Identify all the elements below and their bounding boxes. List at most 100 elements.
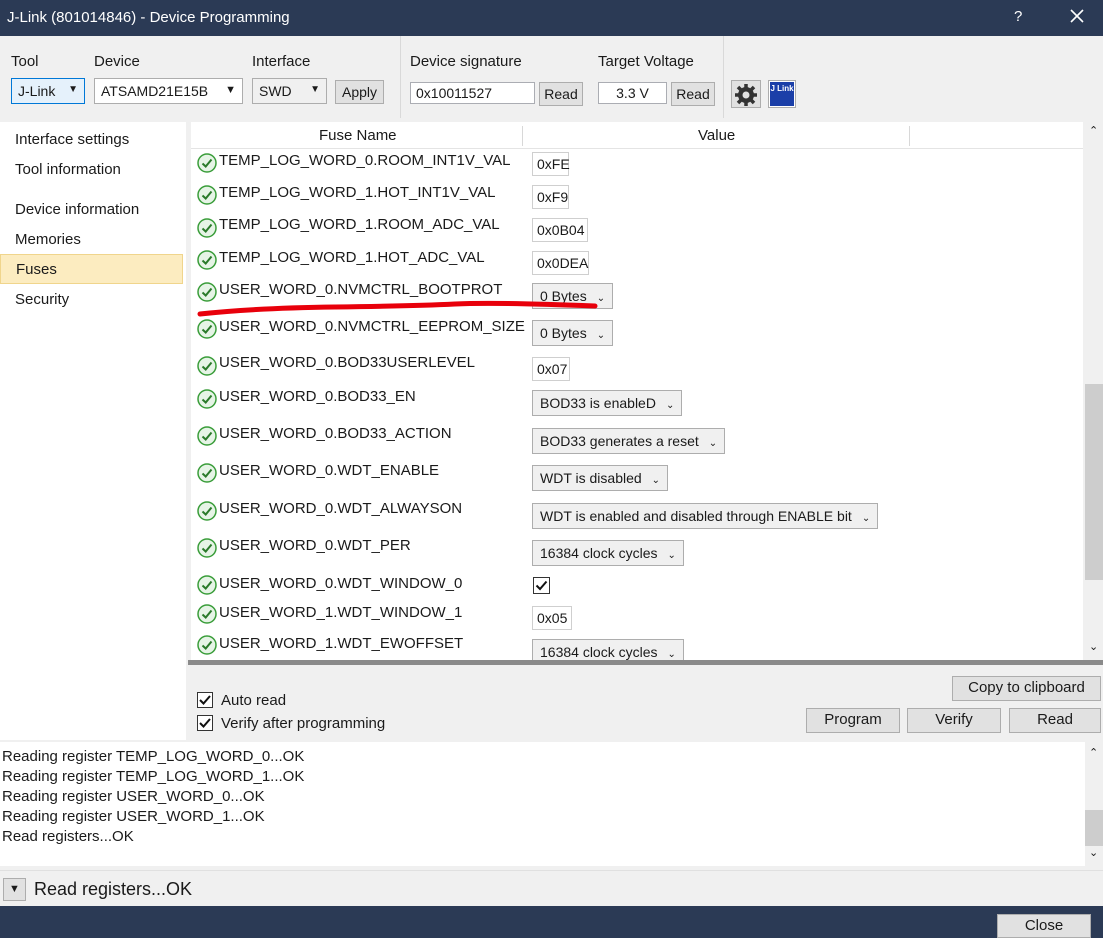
- fuse-value-dropdown[interactable]: 0 Bytes ⌄: [532, 320, 614, 346]
- table-row: USER_WORD_0.WDT_PER 16384 clock cycles ⌄: [191, 535, 1083, 573]
- log-line: Reading register USER_WORD_1...OK: [2, 808, 265, 825]
- caret-down-icon: ▼: [9, 883, 20, 895]
- column-header-fuse-name[interactable]: Fuse Name: [319, 127, 397, 144]
- fuse-value-field[interactable]: 0xFE: [532, 152, 570, 176]
- column-header-value[interactable]: Value: [698, 127, 735, 144]
- table-row: TEMP_LOG_WORD_1.HOT_ADC_VAL 0x0DEA: [191, 246, 1083, 278]
- tool-select-value: J-Link: [18, 83, 56, 99]
- log-scrollbar-thumb[interactable]: [1085, 810, 1103, 846]
- chevron-down-icon[interactable]: ⌄: [1089, 846, 1098, 859]
- fuse-value-dropdown[interactable]: 16384 clock cycles ⌄: [532, 639, 684, 660]
- interface-select[interactable]: SWD ▼: [252, 78, 327, 104]
- table-row: TEMP_LOG_WORD_0.ROOM_INT1V_VAL 0xFE: [191, 150, 1083, 182]
- chevron-up-icon[interactable]: ⌃: [1089, 124, 1098, 137]
- red-underline-annotation: [197, 300, 598, 317]
- verify-after-programming-label: Verify after programming: [221, 715, 386, 732]
- fuse-name: USER_WORD_0.WDT_PER: [219, 537, 411, 554]
- table-row: USER_WORD_0.WDT_ENABLE WDT is disabled ⌄: [191, 460, 1083, 498]
- copy-to-clipboard-button[interactable]: Copy to clipboard: [952, 676, 1101, 701]
- fuse-value-dropdown[interactable]: BOD33 is enableD ⌄: [532, 390, 683, 416]
- dropdown-value: BOD33 is enableD: [540, 395, 656, 411]
- program-button[interactable]: Program: [806, 708, 900, 733]
- check-ok-icon: [197, 218, 217, 238]
- log-line: Read registers...OK: [2, 828, 134, 845]
- check-ok-icon: [197, 356, 217, 376]
- sidebar: Interface settings Tool information Devi…: [0, 122, 186, 740]
- verify-after-programming-checkbox[interactable]: [197, 715, 213, 731]
- bottom-bar: Close: [0, 906, 1103, 938]
- scrollbar-thumb[interactable]: [1085, 384, 1103, 580]
- auto-read-label: Auto read: [221, 692, 287, 709]
- check-ok-icon: [197, 538, 217, 558]
- apply-button[interactable]: Apply: [335, 80, 384, 104]
- toolbar-separator: [723, 36, 724, 118]
- sidebar-item-tool-information[interactable]: Tool information: [0, 155, 183, 185]
- jlink-button[interactable]: J Link: [768, 80, 796, 108]
- fuse-value-dropdown[interactable]: WDT is disabled ⌄: [532, 465, 669, 491]
- sidebar-item-device-information[interactable]: Device information: [0, 195, 183, 225]
- fuse-value-field[interactable]: 0x07: [532, 357, 570, 381]
- fuse-name: TEMP_LOG_WORD_0.ROOM_INT1V_VAL: [219, 152, 511, 169]
- fuse-value-dropdown[interactable]: 16384 clock cycles ⌄: [532, 540, 684, 566]
- settings-button[interactable]: [731, 80, 761, 108]
- sidebar-item-interface-settings[interactable]: Interface settings: [0, 125, 183, 155]
- read-button[interactable]: Read: [1009, 708, 1101, 733]
- device-signature-field[interactable]: 0x10011527: [410, 82, 535, 104]
- verify-button[interactable]: Verify: [907, 708, 1001, 733]
- fuse-name: USER_WORD_0.NVMCTRL_EEPROM_SIZE: [219, 318, 525, 335]
- interface-label: Interface: [252, 53, 311, 70]
- dropdown-value: BOD33 generates a reset: [540, 433, 699, 449]
- toolbar-separator: [400, 36, 401, 118]
- fuse-value-field[interactable]: 0x05: [532, 606, 572, 630]
- fuse-name: TEMP_LOG_WORD_1.HOT_INT1V_VAL: [219, 184, 496, 201]
- chevron-down-icon: ▼: [68, 84, 78, 95]
- fuse-name: USER_WORD_0.BOD33_ACTION: [219, 425, 452, 442]
- voltage-read-button[interactable]: Read: [671, 82, 715, 106]
- column-divider: [522, 126, 523, 146]
- target-voltage-field[interactable]: 3.3 V: [598, 82, 667, 104]
- fuse-value-field[interactable]: 0xF9: [532, 185, 569, 209]
- sidebar-item-memories[interactable]: Memories: [0, 225, 183, 255]
- close-window-icon[interactable]: [1068, 5, 1086, 27]
- chevron-down-icon[interactable]: ⌄: [1089, 640, 1098, 653]
- chevron-down-icon: ⌄: [596, 330, 606, 341]
- check-ok-icon: [197, 635, 217, 655]
- fuse-name: USER_WORD_1.WDT_WINDOW_1: [219, 604, 463, 621]
- signature-read-button[interactable]: Read: [539, 82, 583, 106]
- fuse-value-dropdown[interactable]: BOD33 generates a reset ⌄: [532, 428, 726, 454]
- log-panel: Reading register TEMP_LOG_WORD_0...OK Re…: [0, 742, 1085, 866]
- table-row: USER_WORD_0.WDT_ALWAYSON WDT is enabled …: [191, 498, 1083, 535]
- table-row: USER_WORD_0.WDT_WINDOW_0: [191, 573, 1083, 602]
- log-line: Reading register USER_WORD_0...OK: [2, 788, 265, 805]
- fuse-value-dropdown[interactable]: WDT is enabled and disabled through ENAB…: [532, 503, 879, 529]
- chevron-up-icon[interactable]: ⌃: [1089, 746, 1098, 759]
- check-ok-icon: [197, 501, 217, 521]
- auto-read-checkbox[interactable]: [197, 692, 213, 708]
- target-voltage-label: Target Voltage: [598, 53, 694, 70]
- sidebar-item-fuses[interactable]: Fuses: [0, 254, 183, 284]
- device-label: Device: [94, 53, 140, 70]
- log-scrollbar[interactable]: ⌃ ⌄: [1085, 742, 1103, 866]
- fuse-value-checkbox[interactable]: [533, 577, 550, 594]
- fuse-name: USER_WORD_0.BOD33USERLEVEL: [219, 354, 475, 371]
- check-ok-icon: [197, 463, 217, 483]
- check-ok-icon: [197, 185, 217, 205]
- fuse-value-field[interactable]: 0x0B04: [532, 218, 588, 242]
- table-row: USER_WORD_0.BOD33_ACTION BOD33 generates…: [191, 423, 1083, 460]
- chevron-down-icon: ⌄: [651, 475, 661, 486]
- device-select[interactable]: ATSAMD21E15B ▼: [94, 78, 243, 104]
- check-ok-icon: [197, 604, 217, 624]
- title-bar: J-Link (801014846) - Device Programming …: [0, 0, 1103, 36]
- fuse-name: USER_WORD_0.WDT_ALWAYSON: [219, 500, 463, 517]
- expand-log-button[interactable]: ▼: [3, 878, 26, 901]
- tool-select[interactable]: J-Link ▼: [11, 78, 85, 104]
- dropdown-value: WDT is disabled: [540, 470, 642, 486]
- table-row: USER_WORD_0.NVMCTRL_EEPROM_SIZE 0 Bytes ⌄: [191, 316, 1083, 352]
- dropdown-value: WDT is enabled and disabled through ENAB…: [540, 508, 852, 524]
- help-button[interactable]: ?: [1014, 8, 1022, 25]
- sidebar-item-security[interactable]: Security: [0, 285, 183, 315]
- fuse-value-field[interactable]: 0x0DEA: [532, 251, 589, 275]
- jlink-logo-icon: J Link: [770, 82, 794, 106]
- chevron-down-icon: ⌄: [861, 513, 871, 524]
- close-button[interactable]: Close: [997, 914, 1091, 938]
